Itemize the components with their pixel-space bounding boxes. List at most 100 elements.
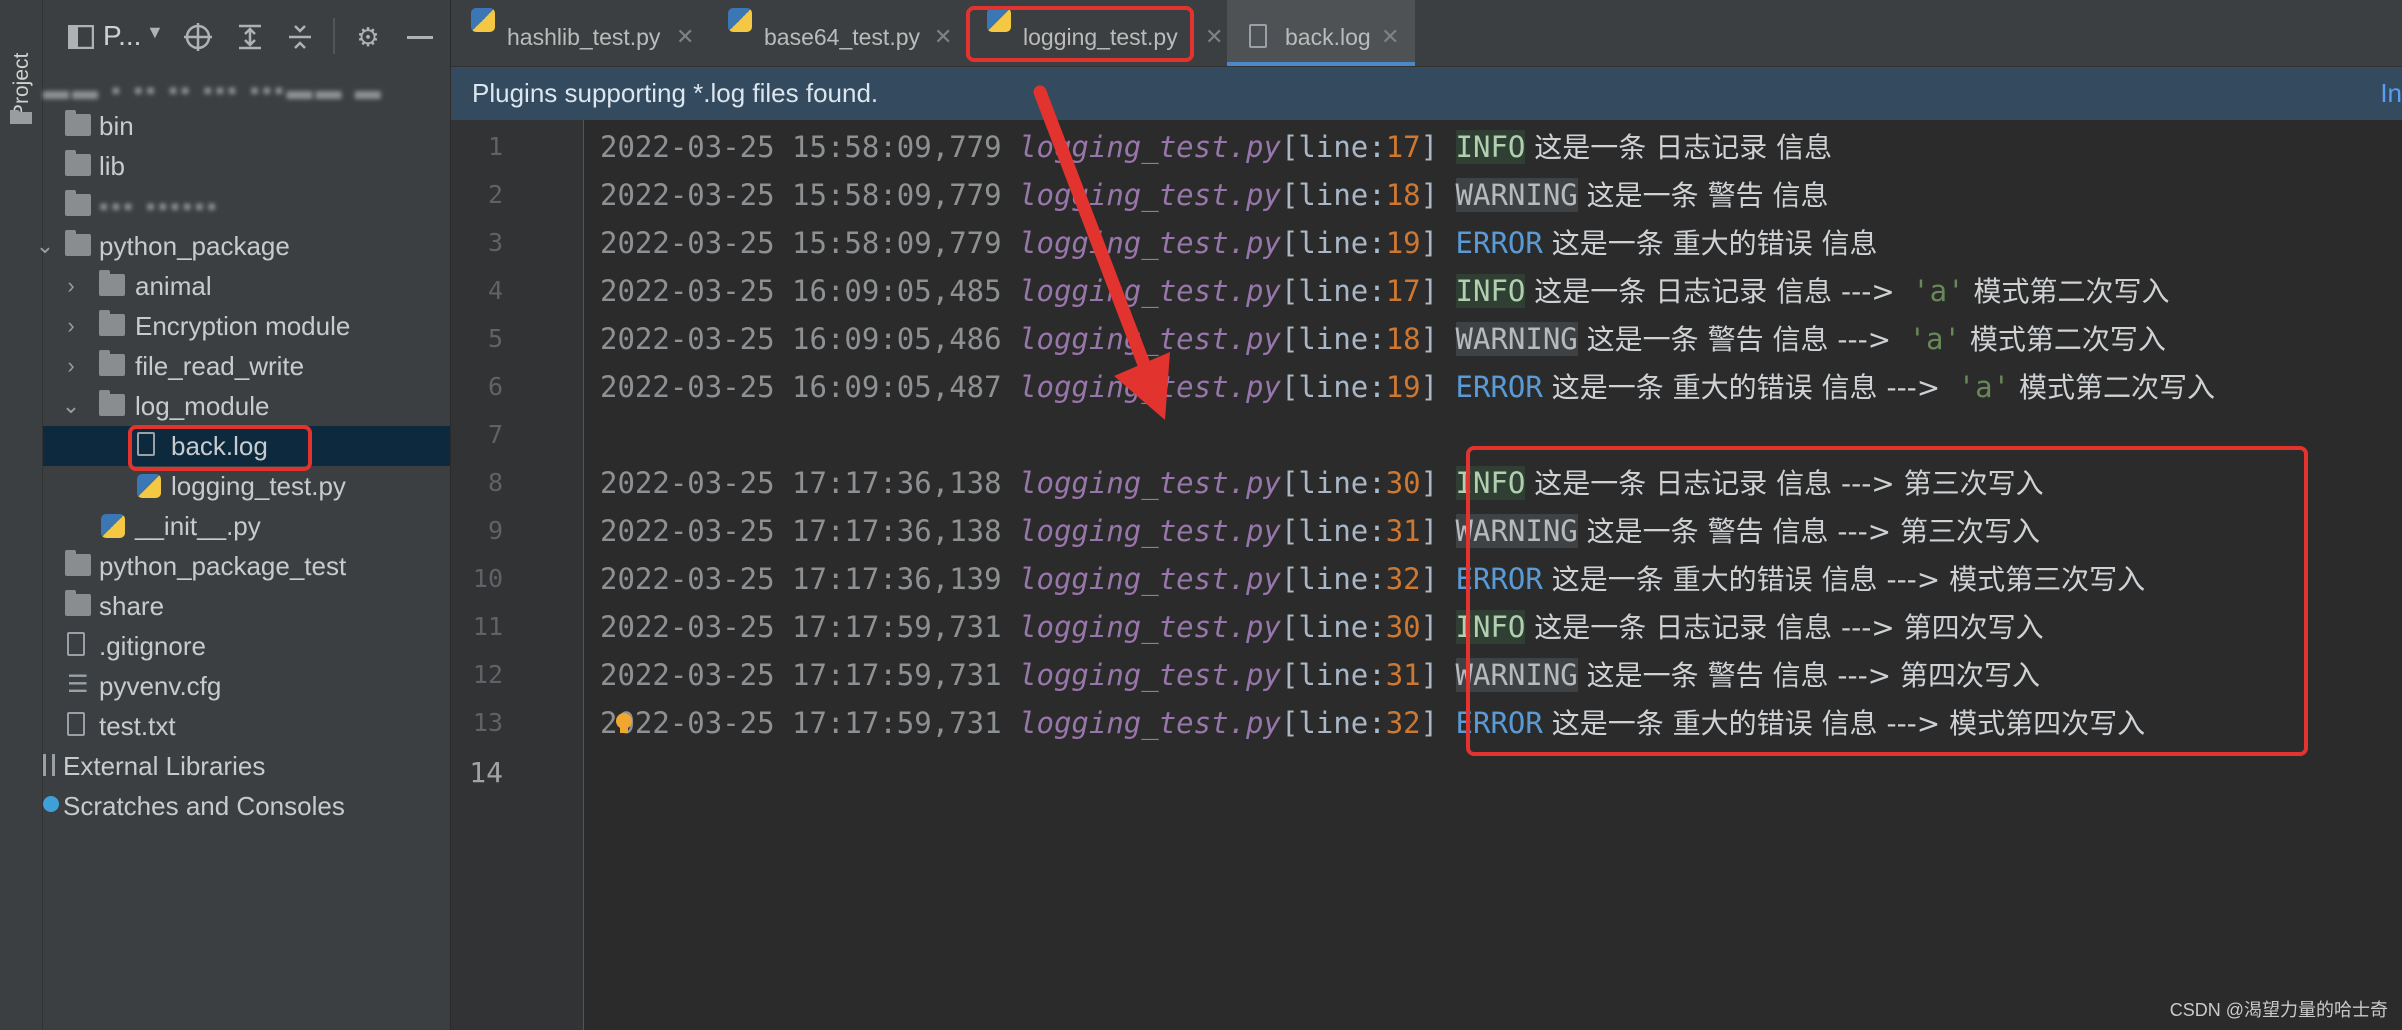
tree-item-label: test.txt <box>99 711 176 741</box>
tree-item-python-package[interactable]: ⌄ python_package <box>36 226 450 266</box>
log-bracket: ] <box>1420 370 1456 404</box>
line-number-current: 14 <box>469 756 503 789</box>
gitignore-file-icon <box>67 632 85 656</box>
line-number: 10 <box>472 564 503 593</box>
log-level: ERROR <box>1455 370 1543 404</box>
python-file-icon <box>728 8 752 32</box>
tab-label: base64_test.py <box>764 24 921 50</box>
tab-label: hashlib_test.py <box>507 24 661 50</box>
chevron-down-icon[interactable]: ⌄ <box>61 386 81 426</box>
log-line: 2022-03-25 16:09:05,487 logging_test.py[… <box>600 366 2215 406</box>
log-source-file: logging_test.py <box>1019 610 1281 644</box>
tree-item-animal[interactable]: › animal <box>43 266 450 306</box>
tree-item-file-read-write[interactable]: › file_read_write <box>43 346 450 386</box>
line-number: 13 <box>472 708 503 737</box>
chevron-right-icon[interactable]: › <box>61 266 81 306</box>
lightbulb-icon[interactable] <box>615 712 633 736</box>
tree-item-share[interactable]: share <box>43 586 450 626</box>
tree-item-bin[interactable]: bin <box>43 106 450 146</box>
tab-hashlib-test[interactable]: hashlib_test.py ✕ <box>471 0 709 66</box>
tree-item-init[interactable]: __init__.py <box>43 506 450 546</box>
log-bracket: ] <box>1420 274 1456 308</box>
log-timestamp: 2022-03-25 15:58:09,779 <box>600 178 1020 212</box>
log-timestamp: 2022-03-25 16:09:05,485 <box>600 274 1020 308</box>
log-bracket: [line: <box>1280 466 1386 500</box>
log-line-number: 17 <box>1385 130 1421 164</box>
log-line-number: 19 <box>1385 226 1421 260</box>
close-icon[interactable]: ✕ <box>1205 0 1223 74</box>
tree-item-redacted[interactable]: ▪▪▪ ▪▪▪▪▪▪ <box>43 186 450 226</box>
tree-item-label: Encryption module <box>135 311 351 341</box>
chevron-down-icon[interactable]: ▼ <box>146 22 164 43</box>
log-bracket: ] <box>1420 658 1456 692</box>
project-panel: P... ▼ ⚙ ▬▬ ▪ ▪▪ ▪▪ ▪▪▪ ▪▪▪▬▬ ▬ bin lib … <box>36 0 451 1030</box>
log-line-number: 18 <box>1385 322 1421 356</box>
log-bracket: ] <box>1420 562 1456 596</box>
close-icon[interactable]: ✕ <box>676 0 694 74</box>
tree-root[interactable]: ▬▬ ▪ ▪▪ ▪▪ ▪▪▪ ▪▪▪▬▬ ▬ <box>43 70 450 110</box>
log-bracket: [line: <box>1280 322 1386 356</box>
minimize-icon[interactable] <box>407 36 433 39</box>
tree-item-label: logging_test.py <box>171 471 346 501</box>
log-bracket: [line: <box>1280 274 1386 308</box>
tab-back-log[interactable]: back.log ✕ <box>1227 0 1415 66</box>
close-icon[interactable]: ✕ <box>1381 0 1399 74</box>
log-timestamp: 2022-03-25 15:58:09,779 <box>600 130 1020 164</box>
log-bracket: ] <box>1420 226 1456 260</box>
log-string-literal: 'a' <box>1894 274 1965 308</box>
folder-icon <box>65 550 91 576</box>
log-bracket: [line: <box>1280 658 1386 692</box>
tree-item-pyvenv-cfg[interactable]: ☰ pyvenv.cfg <box>43 666 450 706</box>
chevron-down-icon[interactable]: ⌄ <box>35 226 55 266</box>
banner-message: Plugins supporting *.log files found. <box>472 78 879 108</box>
log-line: 2022-03-25 16:09:05,486 logging_test.py[… <box>600 318 2166 358</box>
tree-item-external-libraries[interactable]: External Libraries <box>43 746 450 786</box>
log-level: INFO <box>1455 130 1526 164</box>
collapse-all-icon[interactable] <box>285 22 315 52</box>
close-icon[interactable]: ✕ <box>934 0 952 74</box>
project-view-selector[interactable]: P... <box>103 20 141 52</box>
tree-item-label: Scratches and Consoles <box>63 791 345 821</box>
tree-item-gitignore[interactable]: .gitignore <box>43 626 450 666</box>
scratches-icon <box>43 796 59 812</box>
log-source-file: logging_test.py <box>1019 466 1281 500</box>
tree-item-log-module[interactable]: ⌄ log_module <box>43 386 450 426</box>
log-string-literal: 'a' <box>1940 370 2011 404</box>
package-folder-icon <box>99 270 125 296</box>
project-tool-window-button[interactable]: Project <box>2 20 40 120</box>
folder-icon <box>10 110 32 124</box>
tree-item-encryption-module[interactable]: › Encryption module <box>43 306 450 346</box>
chevron-right-icon[interactable]: › <box>61 346 81 386</box>
log-line-number: 18 <box>1385 178 1421 212</box>
log-message-suffix: 模式第二次写入 <box>2010 371 2215 404</box>
chevron-right-icon[interactable]: › <box>61 306 81 346</box>
line-number: 1 <box>487 132 503 161</box>
log-message: 这是一条 日志记录 信息 <box>1525 131 1833 164</box>
editor-tab-bar: hashlib_test.py ✕ base64_test.py ✕ loggi… <box>451 0 2402 67</box>
project-view-icon <box>68 25 94 49</box>
tree-item-label: python_package_test <box>99 551 347 581</box>
log-line-number: 30 <box>1385 610 1421 644</box>
log-timestamp: 2022-03-25 15:58:09,779 <box>600 226 1020 260</box>
project-toolbar: P... ▼ ⚙ <box>43 0 450 72</box>
gear-icon[interactable]: ⚙ <box>353 22 383 52</box>
tree-item-python-package-test[interactable]: python_package_test <box>43 546 450 586</box>
log-bracket: [line: <box>1280 706 1386 740</box>
tree-item-test-txt[interactable]: test.txt <box>43 706 450 746</box>
log-timestamp: 2022-03-25 17:17:36,138 <box>600 466 1020 500</box>
tree-item-lib[interactable]: lib <box>43 146 450 186</box>
python-file-icon <box>137 474 161 498</box>
install-plugins-link[interactable]: In <box>2380 67 2402 120</box>
tab-base64-test[interactable]: base64_test.py ✕ <box>728 0 968 66</box>
locate-target-icon[interactable] <box>183 22 213 52</box>
log-bracket: ] <box>1420 706 1456 740</box>
tree-item-scratches[interactable]: Scratches and Consoles <box>43 786 450 826</box>
tree-item-logging-test[interactable]: logging_test.py <box>43 466 450 506</box>
tree-item-label: __init__.py <box>135 511 261 541</box>
log-source-file: logging_test.py <box>1019 514 1281 548</box>
log-timestamp: 2022-03-25 17:17:36,138 <box>600 514 1020 548</box>
expand-all-icon[interactable] <box>235 22 265 52</box>
folder-icon <box>65 590 91 616</box>
log-bracket: ] <box>1420 178 1456 212</box>
folder-icon <box>65 150 91 176</box>
